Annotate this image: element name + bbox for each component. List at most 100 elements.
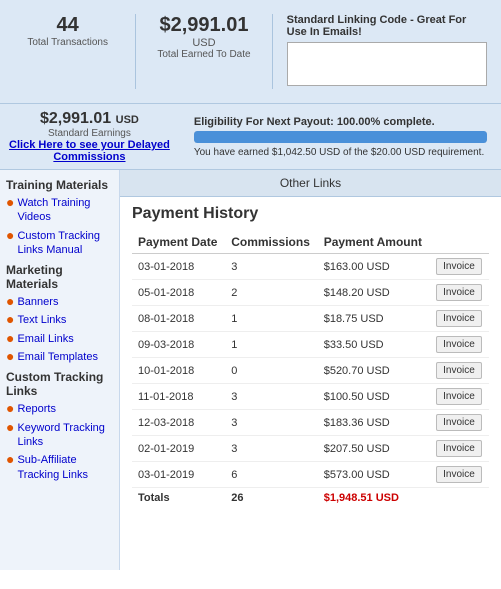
sidebar-item-email-links[interactable]: ● Email Links: [6, 332, 113, 346]
sidebar-link-label: Watch Training Videos: [17, 196, 113, 225]
cell-invoice: Invoice: [430, 280, 489, 306]
table-row: 03-01-2018 3 $163.00 USD Invoice: [132, 254, 489, 280]
payment-history-section: Payment History Payment Date Commissions…: [120, 197, 501, 516]
stats-bar-row1: 44 Total Transactions $2,991.01 USD Tota…: [0, 0, 501, 104]
cell-commissions: 3: [225, 254, 318, 280]
cell-invoice: Invoice: [430, 254, 489, 280]
transaction-label: Total Transactions: [12, 37, 123, 48]
cell-amount: $183.36 USD: [318, 410, 430, 436]
linking-title: Standard Linking Code - Great For Use In…: [287, 14, 487, 38]
cell-amount: $18.75 USD: [318, 306, 430, 332]
bullet-icon: ●: [6, 401, 14, 415]
sidebar-item-reports[interactable]: ● Reports: [6, 402, 113, 416]
linking-code-section: Standard Linking Code - Great For Use In…: [281, 10, 493, 93]
cell-date: 09-03-2018: [132, 332, 225, 358]
cell-date: 02-01-2019: [132, 436, 225, 462]
table-row: 08-01-2018 1 $18.75 USD Invoice: [132, 306, 489, 332]
transaction-count: 44: [12, 14, 123, 37]
bullet-icon: ●: [6, 195, 14, 209]
invoice-button[interactable]: Invoice: [436, 388, 482, 405]
other-links-tab[interactable]: Other Links: [120, 170, 501, 197]
table-row: 02-01-2019 3 $207.50 USD Invoice: [132, 436, 489, 462]
bullet-icon: ●: [6, 312, 14, 326]
standard-earnings-label: Standard Earnings: [8, 128, 171, 139]
sidebar-custom-title: Custom Tracking Links: [6, 370, 113, 398]
totals-row: Totals 26 $1,948.51 USD: [132, 488, 489, 509]
earned-currency: USD: [148, 37, 259, 49]
cell-commissions: 6: [225, 462, 318, 488]
main-layout: Training Materials ● Watch Training Vide…: [0, 170, 501, 570]
sidebar-item-banners[interactable]: ● Banners: [6, 295, 113, 309]
invoice-button[interactable]: Invoice: [436, 466, 482, 483]
invoice-button[interactable]: Invoice: [436, 284, 482, 301]
cell-amount: $573.00 USD: [318, 462, 430, 488]
payment-table: Payment Date Commissions Payment Amount …: [132, 231, 489, 508]
progress-bar-fill: [194, 131, 487, 143]
invoice-button[interactable]: Invoice: [436, 310, 482, 327]
invoice-button[interactable]: Invoice: [436, 336, 482, 353]
cell-date: 05-01-2018: [132, 280, 225, 306]
cell-commissions: 1: [225, 332, 318, 358]
cell-amount: $163.00 USD: [318, 254, 430, 280]
invoice-button[interactable]: Invoice: [436, 414, 482, 431]
table-row: 10-01-2018 0 $520.70 USD Invoice: [132, 358, 489, 384]
bullet-icon: ●: [6, 228, 14, 242]
bullet-icon: ●: [6, 331, 14, 345]
delayed-commissions-link[interactable]: Click Here to see your Delayed Commissio…: [8, 139, 171, 163]
col-header-action: [430, 231, 489, 254]
sidebar-link-label: Email Templates: [17, 350, 98, 364]
sidebar-link-label: Custom Tracking Links Manual: [17, 229, 113, 258]
table-row: 09-03-2018 1 $33.50 USD Invoice: [132, 332, 489, 358]
invoice-button[interactable]: Invoice: [436, 362, 482, 379]
stats-bar-row2: $2,991.01 USD Standard Earnings Click He…: [0, 104, 501, 170]
earned-label: Total Earned To Date: [148, 49, 259, 60]
sidebar-link-label: Reports: [17, 402, 56, 416]
cell-commissions: 3: [225, 410, 318, 436]
standard-earnings-amount: $2,991.01 USD: [8, 110, 171, 128]
cell-commissions: 3: [225, 384, 318, 410]
divider-2: [272, 14, 273, 89]
sidebar-item-text-links[interactable]: ● Text Links: [6, 313, 113, 327]
cell-amount: $148.20 USD: [318, 280, 430, 306]
cell-commissions: 0: [225, 358, 318, 384]
sidebar-item-keyword-tracking[interactable]: ● Keyword Tracking Links: [6, 421, 113, 450]
sidebar-item-email-templates[interactable]: ● Email Templates: [6, 350, 113, 364]
col-header-commissions: Commissions: [225, 231, 318, 254]
earned-amount: $2,991.01: [148, 14, 259, 37]
table-row: 05-01-2018 2 $148.20 USD Invoice: [132, 280, 489, 306]
cell-date: 10-01-2018: [132, 358, 225, 384]
totals-label: Totals: [132, 488, 225, 509]
sidebar-link-label: Sub-Affiliate Tracking Links: [17, 453, 113, 482]
bullet-icon: ●: [6, 420, 14, 434]
cell-invoice: Invoice: [430, 462, 489, 488]
cell-invoice: Invoice: [430, 384, 489, 410]
sidebar-item-sub-affiliate[interactable]: ● Sub-Affiliate Tracking Links: [6, 453, 113, 482]
sidebar-marketing-title: Marketing Materials: [6, 263, 113, 291]
invoice-button[interactable]: Invoice: [436, 258, 482, 275]
sidebar-link-label: Text Links: [17, 313, 66, 327]
content-area: Other Links Payment History Payment Date…: [120, 170, 501, 570]
cell-date: 08-01-2018: [132, 306, 225, 332]
cell-date: 11-01-2018: [132, 384, 225, 410]
cell-commissions: 1: [225, 306, 318, 332]
divider-1: [135, 14, 136, 89]
bullet-icon: ●: [6, 349, 14, 363]
invoice-button[interactable]: Invoice: [436, 440, 482, 457]
sidebar: Training Materials ● Watch Training Vide…: [0, 170, 120, 570]
totals-commissions: 26: [225, 488, 318, 509]
col-header-date: Payment Date: [132, 231, 225, 254]
cell-amount: $207.50 USD: [318, 436, 430, 462]
col-header-amount: Payment Amount: [318, 231, 430, 254]
standard-earnings-block: $2,991.01 USD Standard Earnings Click He…: [8, 110, 171, 163]
totals-amount: $1,948.51 USD: [318, 488, 430, 509]
table-row: 03-01-2019 6 $573.00 USD Invoice: [132, 462, 489, 488]
linking-code-input[interactable]: [287, 42, 487, 86]
sidebar-item-watch-training[interactable]: ● Watch Training Videos: [6, 196, 113, 225]
sidebar-link-label: Email Links: [17, 332, 73, 346]
cell-invoice: Invoice: [430, 410, 489, 436]
sidebar-item-custom-tracking-manual[interactable]: ● Custom Tracking Links Manual: [6, 229, 113, 258]
sidebar-link-label: Keyword Tracking Links: [17, 421, 113, 450]
progress-bar-wrap: [194, 131, 487, 143]
bullet-icon: ●: [6, 294, 14, 308]
cell-invoice: Invoice: [430, 306, 489, 332]
